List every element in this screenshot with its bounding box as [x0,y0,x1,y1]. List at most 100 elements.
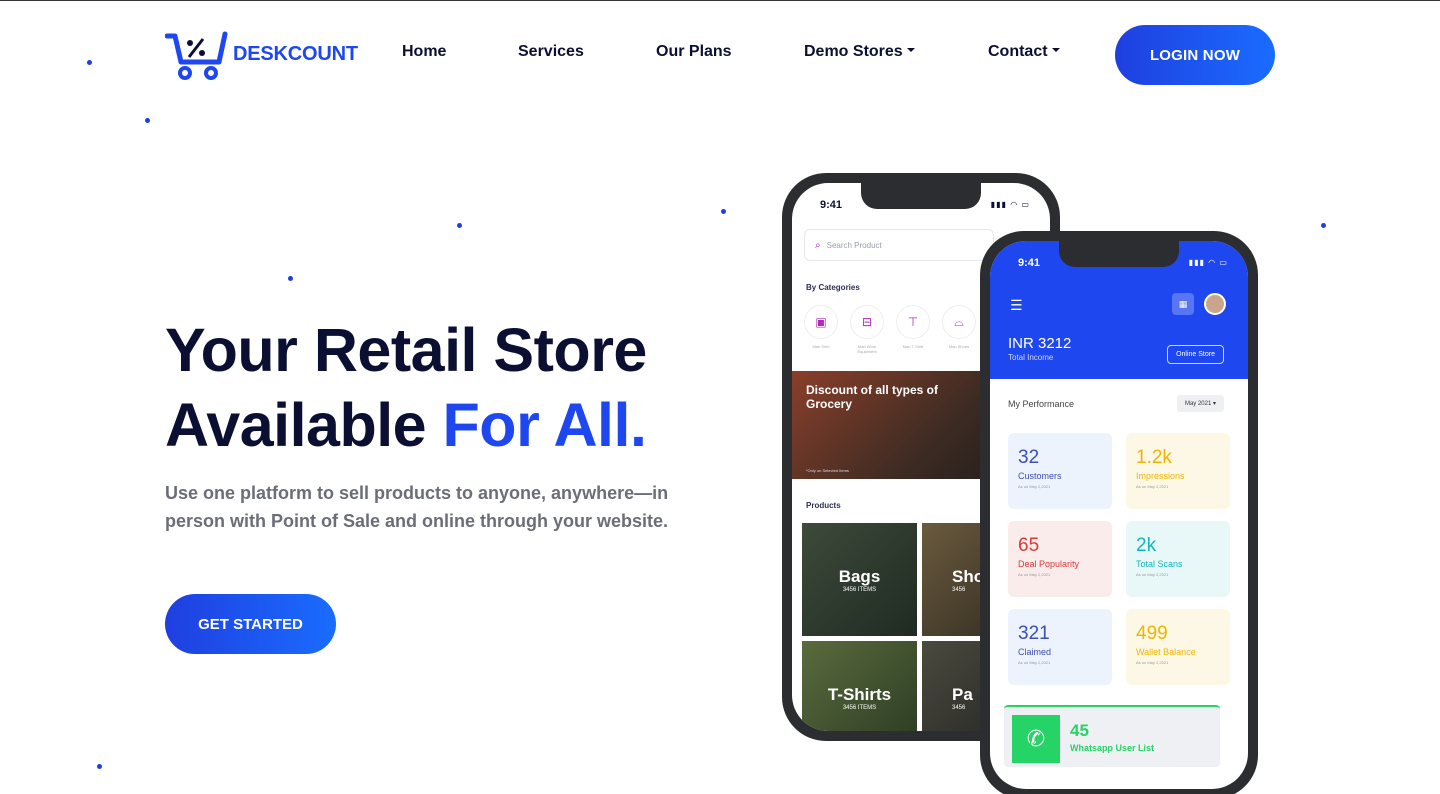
decor-dot [721,209,726,214]
whatsapp-count: 45 [1070,721,1089,740]
stat-card-wallet-balance[interactable]: 499 Wallet Balance As on May 2,2021 [1126,609,1230,685]
stat-label: Claimed [1018,647,1052,657]
decor-dot [457,223,462,228]
stat-card-deal-popularity[interactable]: 65 Deal Popularity As on May 2,2021 [1008,521,1112,597]
category-item[interactable]: ⊤ Man T-Shirt [896,305,930,354]
phone-mockup-dashboard: 9:41 ▮▮▮ ◠ ▭ ☰ ▦ INR 3212 Total Income O… [980,231,1258,794]
shopping-cart-icon [165,31,228,80]
whatsapp-label: Whatsapp User List [1070,743,1155,753]
stat-value: 321 [1018,623,1050,644]
status-time: 9:41 [1018,257,1041,269]
stat-label: Customers [1018,471,1062,481]
stat-date: As on May 2,2021 [1018,660,1051,665]
nav-demo-stores-label: Demo Stores [804,43,903,60]
nav-demo-stores[interactable]: Demo Stores [804,43,915,61]
brand-name: DESKCOUNT [233,42,358,65]
get-started-button[interactable]: GET STARTED [165,594,336,654]
category-label: Man T-Shirt [902,344,924,349]
nav-our-plans[interactable]: Our Plans [656,43,732,61]
product-name: Pa [952,684,973,704]
shirt-icon: ▣ [804,305,838,339]
category-item[interactable]: ▣ Man Shirt [804,305,838,354]
stat-date: As on May 2,2021 [1018,572,1051,577]
decor-dot [87,60,92,65]
stat-card-claimed[interactable]: 321 Claimed As on May 2,2021 [1008,609,1112,685]
status-icons: ▮▮▮ ◠ ▭ [990,200,1030,209]
whatsapp-user-list-card[interactable]: ✆ 45 Whatsapp User List [1004,705,1220,767]
category-label: Man Shoes [948,344,970,349]
product-tile-bags[interactable]: Bags 3456 ITEMS [802,523,917,636]
stat-value: 65 [1018,535,1040,556]
category-list: ▣ Man Shirt ⊟ Man Work Equipment ⊤ Man T… [804,305,976,354]
stat-label: Wallet Balance [1136,647,1196,657]
stat-value: 32 [1018,447,1040,468]
hero-title-line2-prefix: Available [165,391,443,459]
shoe-icon: ⌓ [942,305,976,339]
stat-label: Total Scans [1136,559,1183,569]
products-title: Products [806,501,841,510]
stat-value: 2k [1136,535,1157,556]
product-count: 3456 ITEMS [842,704,877,711]
nav-contact[interactable]: Contact [988,43,1060,61]
online-store-button[interactable]: Online Store [1167,345,1224,364]
brand-logo[interactable]: DESKCOUNT [165,28,358,80]
product-name: Bags [838,566,881,586]
product-name: T-Shirts [827,684,892,704]
stat-label: Deal Popularity [1018,559,1080,569]
search-placeholder: Search Product [826,240,882,250]
stat-date: As on May 2,2021 [1136,660,1169,665]
search-icon: ⌕ [815,239,821,251]
login-button[interactable]: LOGIN NOW [1115,25,1275,85]
stat-card-impressions[interactable]: 1.2k Impressions As on May 2,2021 [1126,433,1230,509]
decor-dot [145,118,150,123]
product-count: 3456 ITEMS [842,586,877,593]
month-select[interactable]: May 2021 ▾ [1176,395,1224,412]
menu-icon[interactable]: ☰ [1010,297,1023,314]
stat-value: 499 [1136,623,1168,644]
chevron-down-icon [1051,47,1060,52]
avatar[interactable] [1204,293,1226,315]
category-label: Man Work Equipment [857,344,877,354]
bag-icon: ⊟ [850,305,884,339]
stat-card-customers[interactable]: 32 Customers As on May 2,2021 [1008,433,1112,509]
qr-icon[interactable]: ▦ [1172,293,1194,315]
category-item[interactable]: ⌓ Man Shoes [942,305,976,354]
phone-screen: 9:41 ▮▮▮ ◠ ▭ ☰ ▦ INR 3212 Total Income O… [990,241,1248,789]
tshirt-icon: ⊤ [896,305,930,339]
hero-title-line1: Your Retail Store [165,316,647,384]
nav-home[interactable]: Home [402,43,446,61]
nav-contact-label: Contact [988,43,1048,60]
stat-label: Impressions [1136,471,1185,481]
stat-value: 1.2k [1136,447,1172,468]
month-value: May 2021 [1184,401,1212,407]
category-item[interactable]: ⊟ Man Work Equipment [850,305,884,354]
hero-title: Your Retail Store Available For All. [165,313,647,463]
nav-services[interactable]: Services [518,43,584,61]
chevron-down-icon [906,47,915,52]
category-label: Man Shirt [812,344,830,349]
income-value: INR 3212 [1008,335,1072,352]
hero-subtitle: Use one platform to sell products to any… [165,483,669,531]
product-count: 3456 [952,586,966,593]
stat-date: As on May 2,2021 [1136,484,1169,489]
promo-title: Discount of all types of Grocery [806,383,939,411]
product-count: 3456 [952,704,966,711]
hero-title-accent: For All. [442,391,647,459]
phone-notch [861,183,981,209]
decor-dot [288,276,293,281]
income-label: Total Income [1008,353,1054,362]
categories-title: By Categories [806,283,860,292]
stat-date: As on May 2,2021 [1136,572,1169,577]
status-icons: ▮▮▮ ◠ ▭ [1188,258,1228,267]
stat-card-total-scans[interactable]: 2k Total Scans As on May 2,2021 [1126,521,1230,597]
phone-notch [1059,241,1179,267]
product-tile-tshirts[interactable]: T-Shirts 3456 ITEMS [802,641,917,731]
stat-date: As on May 2,2021 [1018,484,1051,489]
whatsapp-icon: ✆ [1012,715,1060,763]
decor-dot [1321,223,1326,228]
promo-note: *Only on Selected Items [806,468,849,473]
performance-title: My Performance [1008,399,1075,409]
status-time: 9:41 [820,199,843,211]
product-search-input[interactable]: ⌕ Search Product [804,229,994,261]
decor-dot [97,764,102,769]
